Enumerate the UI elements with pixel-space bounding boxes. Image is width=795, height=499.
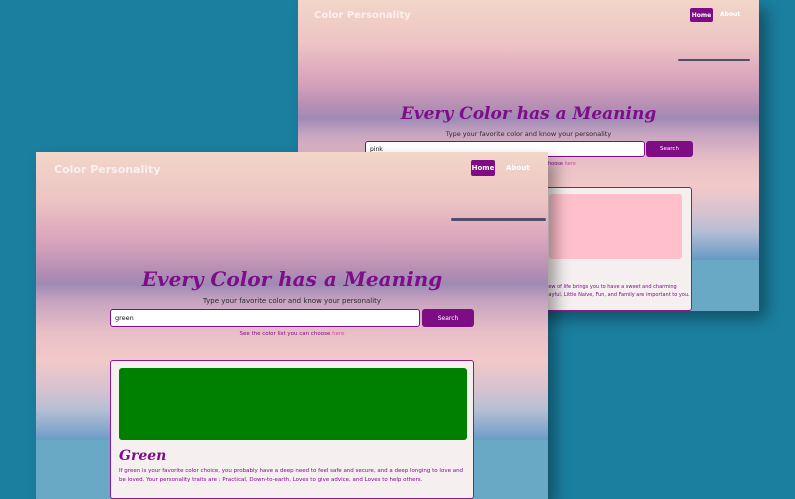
result-card: view of life brings you to have a sweet … [543,187,692,311]
page-headline: Every Color has a Meaning [141,267,443,291]
distant-shore [678,59,750,61]
color-list-link[interactable]: here [332,331,344,337]
nav-home-link[interactable]: Home [690,8,713,22]
hint-text: See the color list you can choose [239,331,331,337]
result-description: If green is your favorite color choice, … [119,468,464,483]
search-input-value: green [115,314,134,322]
color-swatch [119,368,467,440]
result-description-line1: view of life brings you to have a sweet … [544,284,677,290]
result-description-line2: Playful, Little Naive, Fun, and Family a… [544,292,690,298]
nav-about-link[interactable]: About [506,164,530,172]
brand-title[interactable]: Color Personality [54,163,161,176]
result-color-title: Green [119,448,167,464]
page-subtitle: Type your favorite color and know your p… [445,130,612,138]
color-search-input[interactable]: green [110,309,420,327]
result-card: Green If green is your favorite color ch… [110,360,474,499]
front-window-screenshot: Color Personality Home About Every Color… [36,152,548,499]
brand-title[interactable]: Color Personality [314,10,411,21]
color-list-link[interactable]: here [565,161,576,167]
color-swatch [549,194,682,259]
hint-text: hoose [548,161,563,167]
nav-about-link[interactable]: About [720,11,740,18]
search-button[interactable]: Search [422,309,474,327]
page-subtitle: Type your favorite color and know your p… [202,297,382,305]
page-headline: Every Color has a Meaning [400,104,657,124]
color-list-hint: See the color list you can choose here [36,331,548,337]
color-list-hint: hoose here [548,161,576,167]
nav-home-link[interactable]: Home [471,160,495,176]
distant-shore [451,218,546,221]
search-button[interactable]: Search [646,141,693,157]
